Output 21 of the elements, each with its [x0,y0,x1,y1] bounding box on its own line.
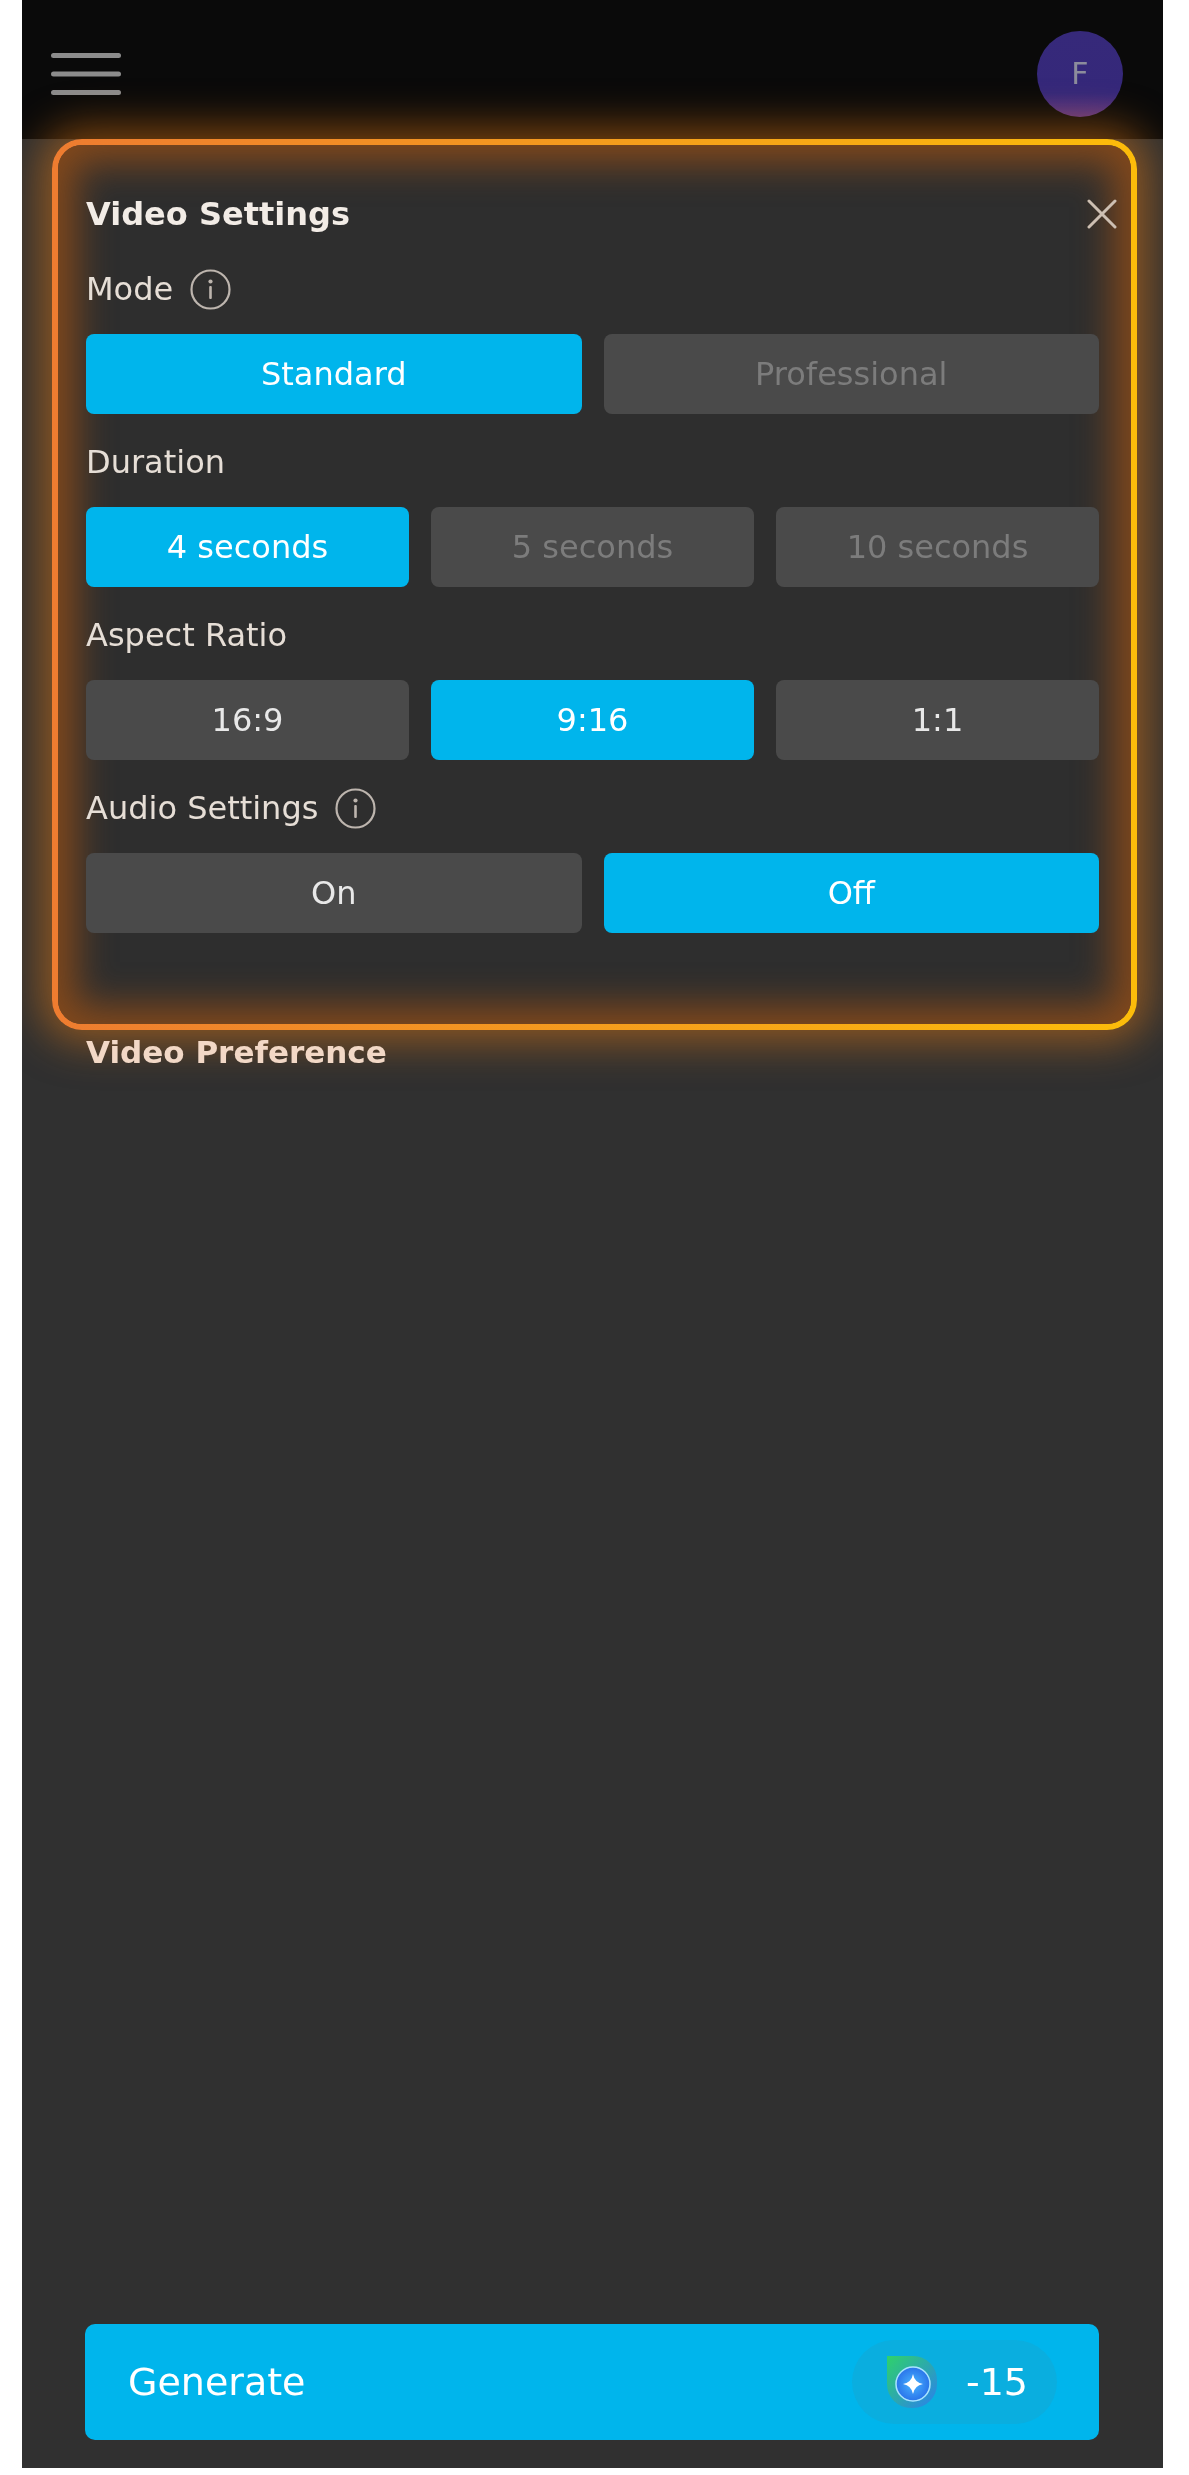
option-button[interactable]: 1:1 [776,680,1099,760]
section-label: Audio Settings [86,788,319,829]
option-button[interactable]: 4 seconds [86,507,409,587]
option-button[interactable]: 9:16 [431,680,754,760]
option-button[interactable]: Standard [86,334,582,414]
section-label: Mode [86,269,174,310]
menu-icon[interactable] [51,51,121,96]
sparkle-badge-icon [884,2354,939,2410]
panel-title: Video Settings [86,194,350,235]
option-button[interactable]: Off [603,853,1099,933]
generate-button[interactable]: Generate -15 [85,2324,1099,2440]
section-title: Video Preference [86,1033,387,1072]
info-icon[interactable] [190,268,232,310]
cost-amount: -15 [965,2360,1028,2404]
info-icon[interactable] [335,787,377,829]
option-button[interactable]: On [86,853,582,933]
section-label: Duration [86,442,225,483]
avatar[interactable]: F [1037,30,1123,117]
close-icon[interactable] [1087,199,1117,229]
section-label: Aspect Ratio [86,615,288,656]
option-button[interactable]: 16:9 [86,680,409,760]
